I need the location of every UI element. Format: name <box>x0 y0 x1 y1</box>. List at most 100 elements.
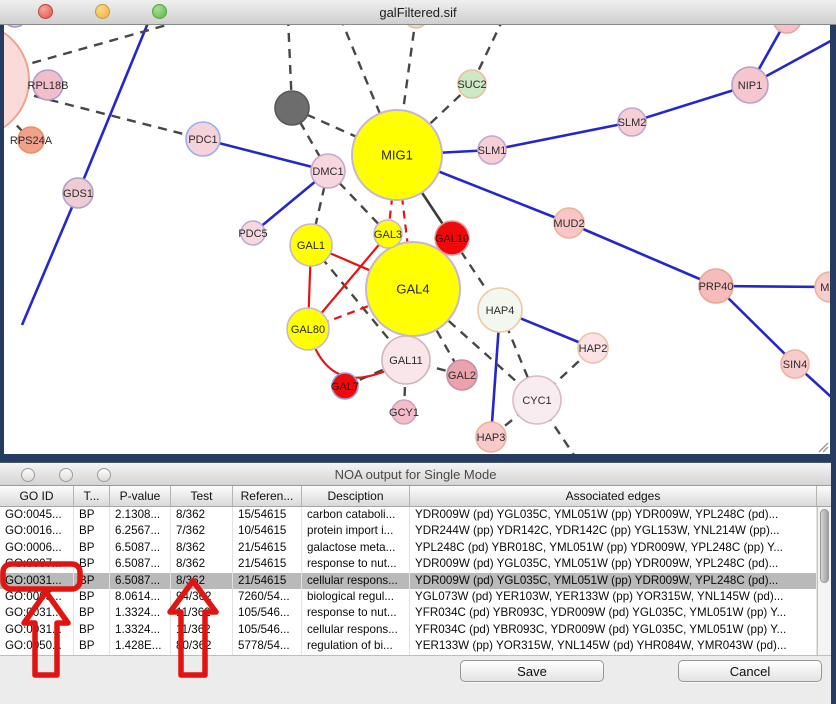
table-row[interactable]: GO:0045...BP2.1308...8/36215/54615carbon… <box>0 507 817 523</box>
table-cell: 7260/54... <box>233 589 302 605</box>
vertical-scrollbar[interactable] <box>817 507 831 655</box>
table-cell: 8/362 <box>171 507 233 523</box>
table-cell: galactose meta... <box>302 540 410 556</box>
network-node-label-GAL4: GAL4 <box>396 282 429 297</box>
noa-window-titlebar[interactable]: NOA output for Single Mode <box>0 462 831 486</box>
table-row[interactable]: GO:0016...BP6.2567...7/36210/54615protei… <box>0 523 817 539</box>
network-node-dark-node[interactable] <box>275 91 309 125</box>
button-panel: Save Cancel <box>0 655 831 704</box>
table-cell: GO:0045... <box>0 507 74 523</box>
table-row[interactable]: GO:0031...BP6.5087...8/36221/54615cellul… <box>0 573 817 589</box>
minimize-button[interactable] <box>59 468 73 482</box>
table-cell: 1.3324... <box>110 622 171 638</box>
table-cell: GO:0006... <box>0 540 74 556</box>
network-node-label-PDC1: PDC1 <box>188 134 217 146</box>
table-cell: YER133W (pp) YOR315W, YNL145W (pd) YHR08… <box>410 638 817 654</box>
table-cell: 8/362 <box>171 573 233 589</box>
table-row[interactable]: GO:0031...BP1.3324...11/362105/546...cel… <box>0 622 817 638</box>
network-node-label-GAL3: GAL3 <box>374 229 402 241</box>
table-cell: YPL248C (pd) YBR018C, YML051W (pp) YDR00… <box>410 540 817 556</box>
table-cell: YDR244W (pp) YDR142C, YDR142C (pp) YGL15… <box>410 523 817 539</box>
column-header-t[interactable]: T... <box>74 486 110 506</box>
table-cell: 7/362 <box>171 523 233 539</box>
column-header-desciption[interactable]: Desciption <box>302 486 410 506</box>
table-row[interactable]: GO:0050...BP1.428E...80/3625778/54...reg… <box>0 638 817 654</box>
network-node-label-SIN4: SIN4 <box>783 359 807 371</box>
table-cell: YDR009W (pd) YGL035C, YML051W (pp) YDR00… <box>410 573 817 589</box>
table-cell: 11/362 <box>171 605 233 621</box>
table-cell: 8/362 <box>171 556 233 572</box>
table-cell: 6.5087... <box>110 573 171 589</box>
table-cell: BP <box>74 605 110 621</box>
table-cell: 105/546... <box>233 622 302 638</box>
table-cell: BP <box>74 638 110 654</box>
network-node-label-GAL10: GAL10 <box>435 233 469 245</box>
table-cell: GO:0050... <box>0 638 74 654</box>
noa-output-window: NOA output for Single Mode GO IDT...P-va… <box>0 462 831 704</box>
network-node-label-SUC2: SUC2 <box>457 79 486 91</box>
column-header-test[interactable]: Test <box>171 486 233 506</box>
table-cell: BP <box>74 507 110 523</box>
table-cell: YFR034C (pd) YBR093C, YDR009W (pd) YGL03… <box>410 605 817 621</box>
network-node-label-NIP1: NIP1 <box>738 80 762 92</box>
table-cell: 105/546... <box>233 605 302 621</box>
network-node-label-CYC1: CYC1 <box>522 395 551 407</box>
close-button[interactable] <box>21 468 35 482</box>
column-header-associated-edges[interactable]: Associated edges <box>410 486 817 506</box>
table-cell: BP <box>74 523 110 539</box>
canvas-background <box>4 25 830 454</box>
network-node-label-SLM1: SLM1 <box>478 145 507 157</box>
network-node-label-HAP4: HAP4 <box>486 305 515 317</box>
column-header-referen[interactable]: Referen... <box>233 486 302 506</box>
network-node-label-PRP40: PRP40 <box>699 281 734 293</box>
table-cell: 21/54615 <box>233 540 302 556</box>
table-cell: 80/362 <box>171 638 233 654</box>
table-cell: 8/362 <box>171 540 233 556</box>
minimize-button[interactable] <box>95 4 110 19</box>
column-header-go-id[interactable]: GO ID <box>0 486 74 506</box>
table-cell: cellular respons... <box>302 573 410 589</box>
scrollbar-thumb[interactable] <box>820 509 829 583</box>
table-cell: GO:0016... <box>0 523 74 539</box>
go-term-table[interactable]: GO:0045...BP2.1308...8/36215/54615carbon… <box>0 507 817 655</box>
save-button[interactable]: Save <box>460 660 604 682</box>
table-cell: biological regul... <box>302 589 410 605</box>
table-row[interactable]: GO:0007...BP6.5087...8/36221/54615respon… <box>0 556 817 572</box>
table-cell: YFR034C (pd) YBR093C, YDR009W (pd) YGL03… <box>410 622 817 638</box>
table-row[interactable]: GO:0006...BP6.5087...8/36221/54615galact… <box>0 540 817 556</box>
table-cell: 21/54615 <box>233 573 302 589</box>
zoom-button[interactable] <box>152 4 167 19</box>
window-controls-inactive <box>21 468 111 482</box>
network-canvas[interactable]: RPL18BRPS24AGDS1PDC1MIG1SUC2SLM1DMC1PDC5… <box>0 25 836 458</box>
table-cell: GO:0007... <box>0 556 74 572</box>
table-header-row: GO IDT...P-valueTestReferen...Desciption… <box>0 486 831 507</box>
table-cell: cellular respons... <box>302 622 410 638</box>
table-cell: 11/362 <box>171 622 233 638</box>
close-button[interactable] <box>38 4 53 19</box>
column-header-p-value[interactable]: P-value <box>110 486 171 506</box>
network-node-label-MUD2: MUD2 <box>553 218 584 230</box>
table-row[interactable]: GO:0065...BP8.0614...94/3627260/54...bio… <box>0 589 817 605</box>
cancel-button[interactable]: Cancel <box>678 660 822 682</box>
network-node-label-GAL80: GAL80 <box>291 324 325 336</box>
network-node-label-GAL7: GAL7 <box>331 381 359 393</box>
table-cell: 6.2567... <box>110 523 171 539</box>
table-row[interactable]: GO:0031...BP1.3324...11/362105/546...res… <box>0 605 817 621</box>
table-cell: 6.5087... <box>110 540 171 556</box>
network-node-label-RPL18B: RPL18B <box>28 80 69 92</box>
table-cell: 6.5087... <box>110 556 171 572</box>
network-node-label-HAP3: HAP3 <box>477 432 506 444</box>
table-cell: 94/362 <box>171 589 233 605</box>
network-window: galFiltered.sif RPL18BRPS24AGDS1PDC1MIG1… <box>0 0 836 458</box>
network-node-label-PDC5: PDC5 <box>238 228 267 240</box>
table-cell: 15/54615 <box>233 507 302 523</box>
network-node-label-MIG1: MIG1 <box>381 148 413 163</box>
noa-window-title: NOA output for Single Mode <box>0 467 831 482</box>
table-cell: 8.0614... <box>110 589 171 605</box>
network-window-titlebar[interactable]: galFiltered.sif <box>0 0 836 25</box>
zoom-button[interactable] <box>97 468 111 482</box>
table-cell: carbon cataboli... <box>302 507 410 523</box>
table-cell: GO:0065... <box>0 589 74 605</box>
table-cell: BP <box>74 556 110 572</box>
table-cell: YDR009W (pd) YGL035C, YML051W (pp) YDR00… <box>410 556 817 572</box>
